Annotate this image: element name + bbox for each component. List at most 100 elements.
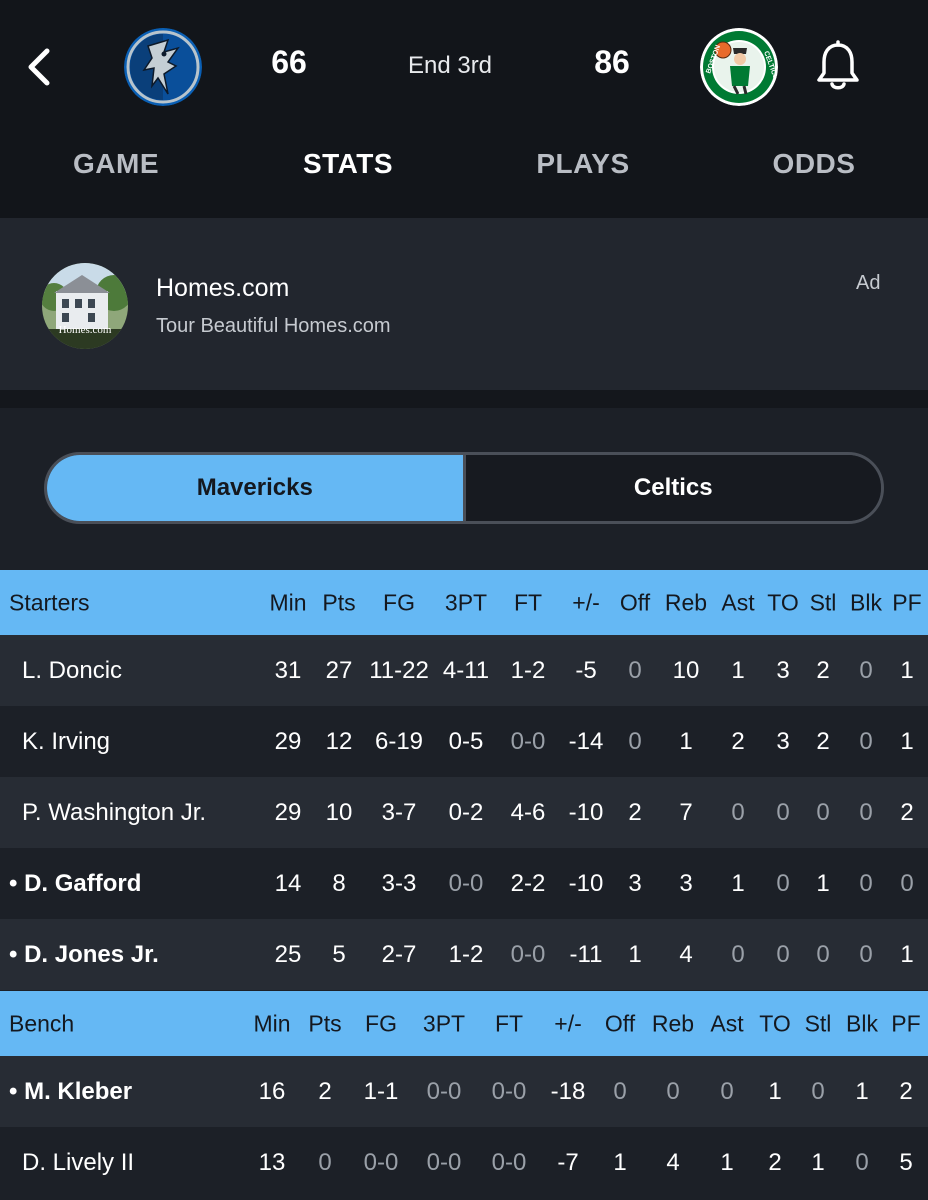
- stat-ast: 0: [731, 940, 745, 968]
- stat-3pt: 0-2: [448, 798, 484, 826]
- stat-off: 3: [628, 869, 642, 897]
- col-pf: PF: [892, 589, 922, 615]
- col-ast: Ast: [710, 1010, 744, 1036]
- stat-fg: 0-0: [363, 1148, 399, 1176]
- player-name[interactable]: • M. Kleber: [9, 1078, 132, 1106]
- stat-plus-minus: -10: [568, 869, 604, 897]
- stat-off: 0: [613, 1077, 627, 1105]
- stat-fg: 6-19: [374, 727, 424, 755]
- stat-pf: 1: [900, 656, 914, 684]
- stat-blk: 0: [859, 656, 873, 684]
- stat-fg: 2-7: [381, 940, 417, 968]
- team-toggle-mavericks[interactable]: Mavericks: [47, 455, 463, 521]
- col-reb: Reb: [651, 1010, 695, 1036]
- stat-reb: 4: [666, 1148, 680, 1176]
- stat-reb: 0: [666, 1077, 680, 1105]
- team-toggle-celtics[interactable]: Celtics: [462, 455, 881, 521]
- stat-blk: 1: [855, 1077, 869, 1105]
- player-row[interactable]: • D. Jones Jr. 25 5 2-7 1-2 0-0 -11 1 4 …: [0, 919, 928, 990]
- stat-fg: 11-22: [369, 656, 429, 684]
- col-blk: Blk: [850, 589, 882, 615]
- player-name[interactable]: K. Irving: [22, 728, 110, 756]
- stat-to: 3: [776, 727, 790, 755]
- stat-reb: 10: [672, 656, 700, 684]
- col-3pt: 3PT: [422, 1010, 466, 1036]
- player-row[interactable]: D. Lively II 13 0 0-0 0-0 0-0 -7 1 4 1 2…: [0, 1127, 928, 1198]
- home-score: 86: [594, 44, 630, 80]
- mavericks-logo[interactable]: [124, 28, 202, 106]
- stat-ft: 0-0: [510, 940, 546, 968]
- stat-min: 25: [274, 940, 302, 968]
- stat-to: 3: [776, 656, 790, 684]
- player-row[interactable]: • D. Gafford 14 8 3-3 0-0 2-2 -10 3 3 1 …: [0, 848, 928, 919]
- stat-stl: 0: [816, 798, 830, 826]
- tab-odds[interactable]: ODDS: [714, 148, 914, 180]
- stat-3pt: 0-5: [448, 727, 484, 755]
- col-to: TO: [767, 589, 799, 615]
- chevron-left-icon: [28, 48, 50, 86]
- celtics-logo[interactable]: BOSTON CELTICS: [700, 28, 778, 106]
- col-ft: FT: [494, 1010, 524, 1036]
- stat-off: 2: [628, 798, 642, 826]
- stat-min: 13: [258, 1148, 286, 1176]
- stat-reb: 1: [679, 727, 693, 755]
- starters-header: Starters Min Pts FG 3PT FT +/- Off Reb A…: [0, 570, 928, 635]
- tab-game[interactable]: GAME: [16, 148, 216, 180]
- game-tabs: GAME STATS PLAYS ODDS: [0, 130, 928, 202]
- stat-ft: 2-2: [510, 869, 546, 897]
- stat-reb: 4: [679, 940, 693, 968]
- stat-3pt: 4-11: [442, 656, 490, 684]
- stat-fg: 3-3: [381, 869, 417, 897]
- stat-plus-minus: -10: [568, 798, 604, 826]
- player-name[interactable]: D. Lively II: [22, 1149, 134, 1177]
- stat-plus-minus: -7: [557, 1148, 579, 1176]
- game-period: End 3rd: [407, 52, 493, 79]
- player-row[interactable]: P. Washington Jr. 29 10 3-7 0-2 4-6 -10 …: [0, 777, 928, 848]
- stat-stl: 2: [816, 656, 830, 684]
- section-divider: [0, 390, 928, 408]
- stat-pts: 2: [318, 1077, 332, 1105]
- stat-pf: 2: [900, 798, 914, 826]
- stat-pf: 1: [900, 727, 914, 755]
- svg-text:Homes.com: Homes.com: [59, 324, 112, 336]
- col-off: Off: [619, 589, 651, 615]
- col-fg: FG: [365, 1010, 397, 1036]
- stat-to: 0: [776, 869, 790, 897]
- stat-off: 1: [628, 940, 642, 968]
- stat-ast: 0: [720, 1077, 734, 1105]
- col-fg: FG: [383, 589, 415, 615]
- stat-pf: 1: [900, 940, 914, 968]
- bench-title: Bench: [9, 1010, 75, 1036]
- player-row[interactable]: K. Irving 29 12 6-19 0-5 0-0 -14 0 1 2 3…: [0, 706, 928, 777]
- col-plus-minus: +/-: [554, 1010, 582, 1036]
- ad-title[interactable]: Homes.com: [156, 274, 289, 303]
- tab-plays[interactable]: PLAYS: [483, 148, 683, 180]
- stat-plus-minus: -11: [569, 940, 603, 968]
- stat-ast: 2: [731, 727, 745, 755]
- col-off: Off: [604, 1010, 636, 1036]
- stat-3pt: 1-2: [448, 940, 484, 968]
- back-button[interactable]: [18, 42, 58, 92]
- col-3pt: 3PT: [444, 589, 488, 615]
- col-stl: Stl: [809, 589, 837, 615]
- notification-bell-button[interactable]: [810, 38, 866, 94]
- player-row[interactable]: • M. Kleber 16 2 1-1 0-0 0-0 -18 0 0 0 1…: [0, 1056, 928, 1127]
- player-name[interactable]: L. Doncic: [22, 657, 122, 685]
- col-stl: Stl: [804, 1010, 832, 1036]
- player-name[interactable]: • D. Jones Jr.: [9, 941, 159, 969]
- player-row[interactable]: L. Doncic 31 27 11-22 4-11 1-2 -5 0 10 1…: [0, 635, 928, 706]
- stat-to: 0: [776, 940, 790, 968]
- tab-stats[interactable]: STATS: [248, 148, 448, 180]
- stat-stl: 0: [811, 1077, 825, 1105]
- stat-stl: 0: [816, 940, 830, 968]
- player-name[interactable]: P. Washington Jr.: [22, 799, 206, 827]
- stat-ast: 1: [731, 656, 745, 684]
- player-name[interactable]: • D. Gafford: [9, 870, 141, 898]
- bench-header: Bench Min Pts FG 3PT FT +/- Off Reb Ast …: [0, 991, 928, 1056]
- stat-ft: 0-0: [491, 1148, 527, 1176]
- sponsored-ad[interactable]: Homes.com Homes.com Tour Beautiful Homes…: [0, 218, 928, 390]
- stat-pts: 0: [318, 1148, 332, 1176]
- stat-min: 16: [258, 1077, 286, 1105]
- stat-pts: 12: [325, 727, 353, 755]
- stat-reb: 7: [679, 798, 693, 826]
